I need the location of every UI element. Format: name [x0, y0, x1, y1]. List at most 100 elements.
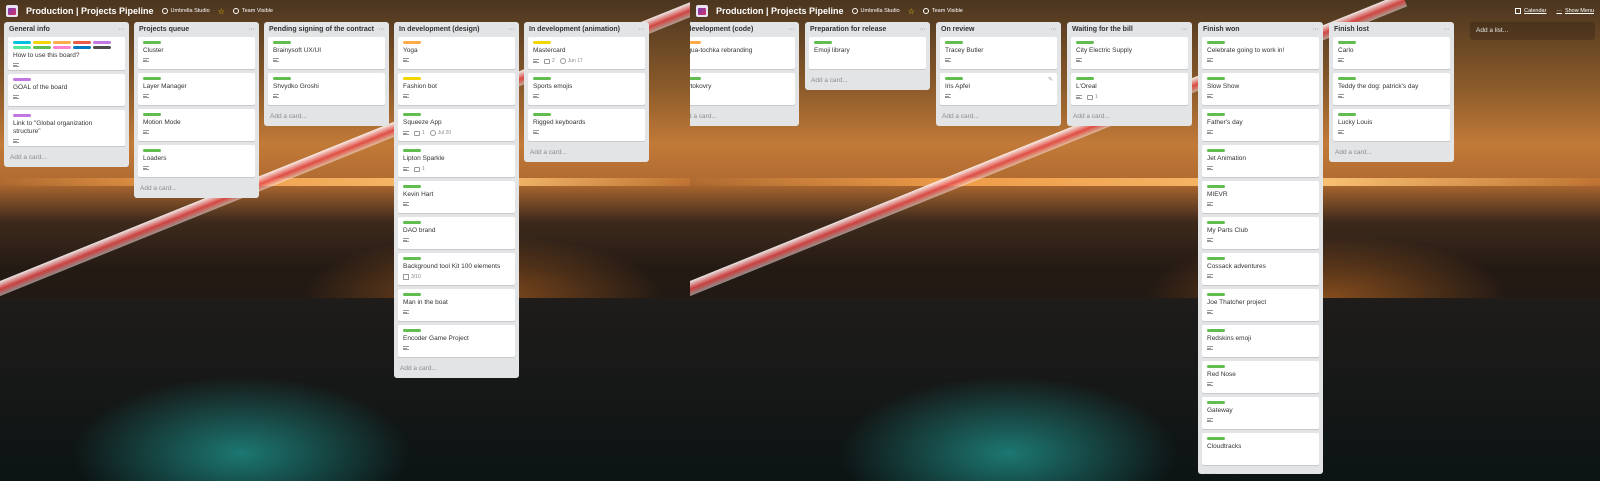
card-label[interactable] — [403, 221, 421, 224]
card-label[interactable] — [403, 293, 421, 296]
visibility-chip[interactable]: Team Visible — [232, 8, 273, 14]
card-label[interactable] — [1207, 401, 1225, 404]
board-title[interactable]: Production | Projects Pipeline — [716, 6, 844, 16]
card[interactable]: Rigged keyboards — [528, 109, 645, 141]
card[interactable]: Background tool Kit 100 elements 3/10 — [398, 253, 515, 285]
team-chip[interactable]: Umbrella Studio — [851, 8, 900, 14]
card[interactable]: City Electric Supply — [1071, 37, 1188, 69]
card[interactable]: Lucky Louis — [1333, 109, 1450, 141]
list-title[interactable]: Pending signing of the contract — [269, 26, 374, 33]
card[interactable]: Red Nose — [1202, 361, 1319, 393]
card[interactable]: Cluster — [138, 37, 255, 69]
card-label[interactable] — [1338, 113, 1356, 116]
card[interactable]: Joe Thatcher project — [1202, 289, 1319, 321]
card[interactable]: Brainysoft UX/UI — [268, 37, 385, 69]
card-label[interactable] — [53, 46, 71, 49]
card-label[interactable] — [1207, 293, 1225, 296]
list-title[interactable]: Waiting for the bill — [1072, 26, 1133, 33]
card[interactable]: My Parts Club — [1202, 217, 1319, 249]
card[interactable]: Loaders — [138, 145, 255, 177]
card[interactable]: How to use this board? — [8, 37, 125, 70]
list-title[interactable]: Finish lost — [1334, 26, 1369, 33]
card[interactable]: Sports emojis — [528, 73, 645, 105]
card[interactable]: Emoji library — [809, 37, 926, 69]
card[interactable]: Jet Animation — [1202, 145, 1319, 177]
card[interactable]: Gateway — [1202, 397, 1319, 429]
card-label[interactable] — [1207, 329, 1225, 332]
list-menu-icon[interactable]: ··· — [119, 26, 125, 33]
card-label[interactable] — [403, 149, 421, 152]
card-label[interactable] — [1207, 365, 1225, 368]
card[interactable]: MIEVR — [1202, 181, 1319, 213]
add-card-button[interactable]: Add a card... — [690, 109, 795, 122]
card-label[interactable] — [143, 41, 161, 44]
card[interactable]: Redskins emoji — [1202, 325, 1319, 357]
card[interactable]: Lipton Sparkle 1 — [398, 145, 515, 177]
card-label[interactable] — [945, 77, 963, 80]
card[interactable]: Yoga — [398, 37, 515, 69]
add-list-button[interactable]: Add a list... — [1470, 22, 1595, 40]
card[interactable]: Man in the boat — [398, 289, 515, 321]
list-menu-icon[interactable]: ··· — [1182, 26, 1188, 33]
card-label[interactable] — [1207, 113, 1225, 116]
card-label[interactable] — [13, 46, 31, 49]
card-label[interactable] — [690, 77, 701, 80]
list-menu-icon[interactable]: ··· — [1051, 26, 1057, 33]
list-menu-icon[interactable]: ··· — [249, 26, 255, 33]
add-card-button[interactable]: Add a card... — [1202, 469, 1319, 474]
card-label[interactable] — [13, 78, 31, 81]
card-label[interactable] — [93, 41, 111, 44]
card-label[interactable] — [73, 46, 91, 49]
card[interactable]: Avtokovry — [690, 73, 795, 105]
list-menu-icon[interactable]: ··· — [639, 26, 645, 33]
card-label[interactable] — [1207, 41, 1225, 44]
card[interactable]: Cloudtracks — [1202, 433, 1319, 465]
card-label[interactable] — [403, 41, 421, 44]
card-label[interactable] — [143, 149, 161, 152]
card-label[interactable] — [143, 77, 161, 80]
card[interactable]: Father's day — [1202, 109, 1319, 141]
add-card-button[interactable]: Add a card... — [528, 145, 645, 158]
card-label[interactable] — [13, 41, 31, 44]
card-label[interactable] — [1076, 77, 1094, 80]
card-label[interactable] — [93, 46, 111, 49]
card[interactable]: Fashion bot — [398, 73, 515, 105]
card[interactable]: Cossack adventures — [1202, 253, 1319, 285]
list-title[interactable]: In development (design) — [399, 26, 480, 33]
card[interactable]: Squeeze App 1 Jul 20 — [398, 109, 515, 141]
card-label[interactable] — [403, 77, 421, 80]
add-card-button[interactable]: Add a card... — [268, 109, 385, 122]
visibility-chip[interactable]: Team Visible — [922, 8, 963, 14]
card[interactable]: Carlo — [1333, 37, 1450, 69]
card[interactable]: Layer Manager — [138, 73, 255, 105]
card-label[interactable] — [403, 329, 421, 332]
card-label[interactable] — [143, 113, 161, 116]
add-card-button[interactable]: Add a card... — [138, 181, 255, 194]
card-label[interactable] — [53, 41, 71, 44]
card-label[interactable] — [403, 185, 421, 188]
card[interactable]: GOAL of the board — [8, 74, 125, 106]
card-label[interactable] — [13, 114, 31, 117]
card-label[interactable] — [945, 41, 963, 44]
list-title[interactable]: On review — [941, 26, 974, 33]
card-label[interactable] — [690, 41, 701, 44]
list-menu-icon[interactable]: ··· — [789, 26, 795, 33]
board-logo-icon[interactable] — [696, 5, 708, 17]
card-label[interactable] — [73, 41, 91, 44]
card[interactable]: Encoder Game Project — [398, 325, 515, 357]
list-title[interactable]: General info — [9, 26, 50, 33]
pencil-icon[interactable]: ✎ — [1048, 76, 1053, 83]
card[interactable]: Link to "Global organization structure" — [8, 110, 125, 146]
show-menu-link[interactable]: ··· Show Menu — [1556, 8, 1594, 14]
card-label[interactable] — [1207, 149, 1225, 152]
card[interactable]: Tracey Butler — [940, 37, 1057, 69]
card-label[interactable] — [1207, 221, 1225, 224]
card[interactable]: Iris Apfel ✎ — [940, 73, 1057, 105]
list-title[interactable]: In development (animation) — [529, 26, 620, 33]
card-label[interactable] — [33, 46, 51, 49]
add-card-button[interactable]: Add a card... — [940, 109, 1057, 122]
card-label[interactable] — [533, 77, 551, 80]
card-label[interactable] — [1207, 437, 1225, 440]
card[interactable]: Celebrate going to work in! — [1202, 37, 1319, 69]
card-label[interactable] — [1338, 41, 1356, 44]
